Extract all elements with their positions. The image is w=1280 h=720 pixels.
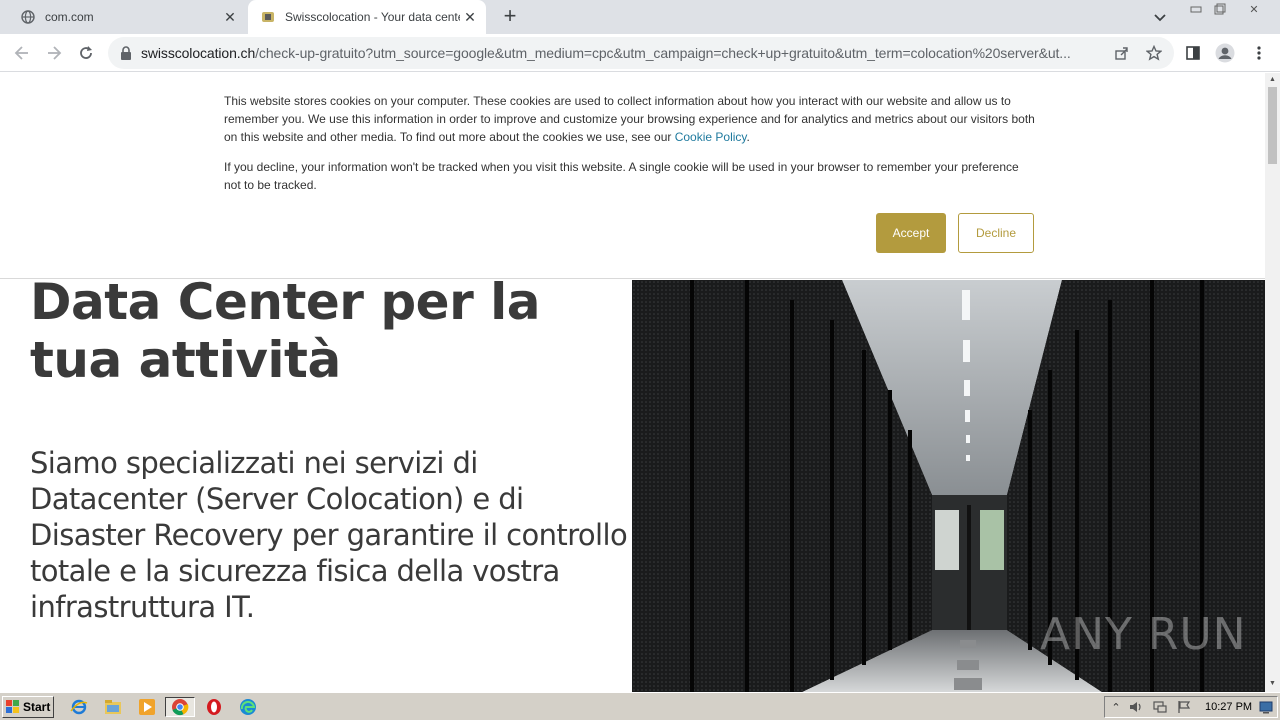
- restore-icon[interactable]: [1210, 2, 1230, 16]
- bookmark-star-icon[interactable]: [1144, 43, 1164, 63]
- hero-title: Data Center per la tua attività: [30, 273, 541, 389]
- cookie-paragraph-end: .: [746, 130, 750, 144]
- page-scrollbar[interactable]: ▲ ▼: [1265, 73, 1280, 692]
- tab-swisscolocation[interactable]: Swisscolocation - Your data center ✕: [248, 0, 486, 34]
- accept-button[interactable]: Accept: [876, 213, 946, 253]
- close-window-icon[interactable]: ✕: [1244, 2, 1264, 16]
- address-bar[interactable]: swisscolocation.ch/check-up-gratuito?utm…: [108, 37, 1174, 69]
- url-host: swisscolocation.ch: [141, 45, 256, 61]
- close-tab-icon[interactable]: ✕: [220, 7, 240, 27]
- volume-icon[interactable]: [1129, 700, 1143, 714]
- chevron-down-icon[interactable]: [1150, 7, 1170, 27]
- url-text[interactable]: swisscolocation.ch/check-up-gratuito?utm…: [141, 45, 1107, 61]
- tray-expand-icon[interactable]: ⌃: [1109, 700, 1123, 714]
- media-player-icon[interactable]: [136, 697, 158, 717]
- share-icon[interactable]: [1112, 43, 1132, 63]
- reload-icon[interactable]: [74, 41, 98, 65]
- globe-icon: [20, 9, 36, 25]
- start-label: Start: [23, 700, 51, 714]
- tab-title: Swisscolocation - Your data center: [285, 10, 460, 24]
- close-tab-icon[interactable]: ✕: [460, 7, 480, 27]
- hero-subtitle: Siamo specializzati nei servizi di Datac…: [30, 446, 628, 624]
- clock[interactable]: 10:27 PM: [1205, 701, 1252, 713]
- tab-strip: com.com ✕ Swisscolocation - Your data ce…: [0, 0, 1280, 34]
- cookie-policy-link[interactable]: Cookie Policy: [675, 130, 747, 144]
- url-path: /check-up-gratuito?utm_source=google&utm…: [255, 45, 1071, 61]
- cookie-paragraph: This website stores cookies on your comp…: [224, 94, 1035, 144]
- decline-button[interactable]: Decline: [958, 213, 1034, 253]
- windows-logo-icon: [6, 700, 20, 714]
- system-tray: ⌃ 10:27 PM: [1104, 696, 1278, 718]
- tab-com[interactable]: com.com ✕: [8, 0, 246, 34]
- tab-title: com.com: [45, 10, 94, 24]
- scroll-thumb[interactable]: [1268, 87, 1277, 164]
- action-center-flag-icon[interactable]: [1177, 700, 1191, 714]
- forward-icon[interactable]: [42, 41, 66, 65]
- swisscolocation-favicon: [260, 9, 276, 25]
- minimize-icon[interactable]: [1186, 2, 1206, 16]
- menu-kebab-icon[interactable]: [1248, 42, 1270, 64]
- cookie-banner: This website stores cookies on your comp…: [0, 73, 1265, 279]
- start-button[interactable]: Start: [2, 696, 54, 718]
- anyrun-watermark: ANY RUN: [1040, 609, 1247, 660]
- cookie-text-1: This website stores cookies on your comp…: [224, 92, 1036, 146]
- show-desktop-icon[interactable]: [1259, 700, 1273, 714]
- profile-avatar-icon[interactable]: [1214, 42, 1236, 64]
- explorer-icon[interactable]: [102, 697, 124, 717]
- cookie-text-2: If you decline, your information won't b…: [224, 160, 1019, 192]
- ie-icon[interactable]: [68, 697, 90, 717]
- side-panel-icon[interactable]: [1182, 42, 1204, 64]
- back-icon[interactable]: [10, 41, 34, 65]
- lock-icon[interactable]: [120, 46, 132, 60]
- scroll-down-icon[interactable]: ▼: [1268, 679, 1277, 688]
- scroll-up-icon[interactable]: ▲: [1268, 75, 1277, 84]
- network-icon[interactable]: [1153, 700, 1167, 714]
- opera-icon[interactable]: [203, 697, 225, 717]
- browser-toolbar: swisscolocation.ch/check-up-gratuito?utm…: [0, 34, 1280, 72]
- windows-taskbar: Start ⌃ 10:27 PM: [0, 692, 1280, 720]
- new-tab-button[interactable]: +: [498, 5, 522, 29]
- page-viewport: This website stores cookies on your comp…: [0, 73, 1265, 692]
- chrome-icon[interactable]: [165, 697, 195, 717]
- edge-icon[interactable]: [237, 697, 259, 717]
